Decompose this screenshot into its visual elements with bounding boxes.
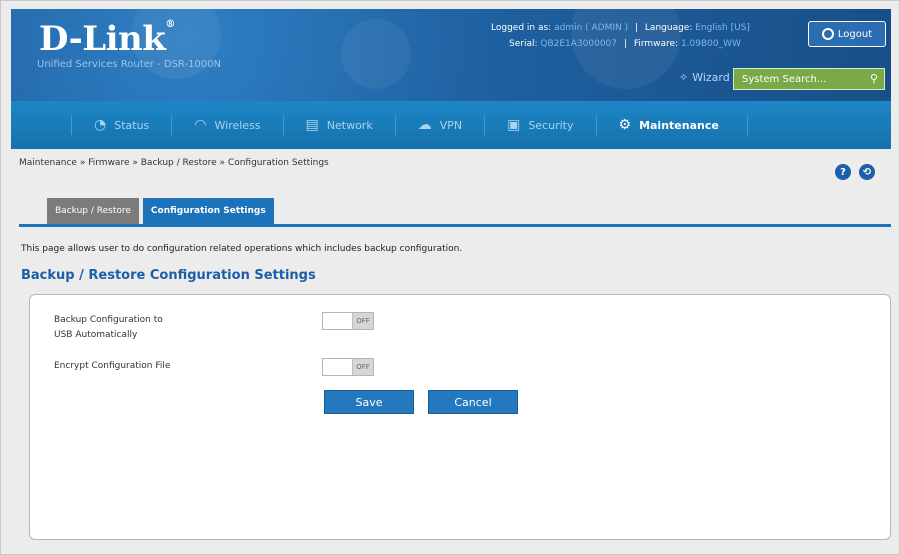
network-icon: ▤: [305, 117, 319, 133]
wizard-link[interactable]: ✧ Wizard: [679, 71, 730, 84]
power-icon: [821, 28, 834, 40]
breadcrumb-item[interactable]: Backup / Restore: [141, 158, 217, 168]
header-decoration: [341, 19, 411, 89]
header-decoration: [571, 9, 681, 89]
wand-icon: ✧: [679, 71, 689, 84]
header: D-Link® Unified Services Router - DSR-10…: [11, 9, 891, 101]
encrypt-file-label: Encrypt Configuration File: [54, 361, 171, 371]
logged-in-user: admin ( ADMIN ): [554, 23, 629, 33]
gauge-icon: ◔: [94, 117, 107, 133]
backup-usb-toggle[interactable]: OFF: [322, 312, 374, 330]
cancel-button[interactable]: Cancel: [428, 390, 518, 414]
breadcrumb: Maintenance » Firmware » Backup / Restor…: [19, 158, 329, 168]
info-icon[interactable]: ⟲: [859, 164, 875, 180]
tab-bar: Backup / Restore Configuration Settings: [47, 198, 274, 224]
logout-button[interactable]: Logout: [808, 21, 886, 47]
login-info: Logged in as: admin ( ADMIN ) | Language…: [491, 23, 750, 33]
nav-divider: [746, 115, 748, 135]
nav-item-network[interactable]: ▤ Network: [282, 115, 395, 135]
wifi-icon: ◠: [194, 117, 207, 133]
firmware-label: Firmware:: [633, 39, 679, 49]
firmware-value: 1.09B00_WW: [680, 39, 741, 49]
app-frame: D-Link® Unified Services Router - DSR-10…: [0, 0, 900, 555]
system-search-input[interactable]: System Search... ⚲: [733, 68, 885, 90]
tab-underline: [19, 224, 891, 227]
language-label: Language:: [644, 23, 693, 33]
serial-value: QB2E1A3000007: [540, 39, 618, 49]
backup-usb-label: Backup Configuration to USB Automaticall…: [54, 315, 163, 340]
section-title: Backup / Restore Configuration Settings: [21, 268, 316, 283]
nav-item-vpn[interactable]: ☁ VPN: [394, 115, 484, 135]
tab-backup-restore[interactable]: Backup / Restore: [47, 198, 139, 224]
gears-icon: ⚙: [618, 117, 632, 133]
device-info: Serial: QB2E1A3000007 | Firmware: 1.09B0…: [509, 39, 741, 49]
breadcrumb-item[interactable]: Maintenance: [19, 158, 77, 168]
language-select[interactable]: English [US]: [695, 23, 750, 33]
breadcrumb-item[interactable]: Firmware: [88, 158, 129, 168]
cloud-icon: ☁: [417, 117, 432, 133]
nav-item-maintenance[interactable]: ⚙ Maintenance: [595, 115, 741, 135]
help-icon[interactable]: ?: [835, 164, 851, 180]
logged-in-label: Logged in as:: [491, 23, 552, 33]
help-icons: ? ⟲: [835, 164, 875, 180]
main-nav: ◔ Status ◠ Wireless ▤ Network ☁ VPN ▣ Se…: [11, 101, 891, 149]
page-description: This page allows user to do configuratio…: [21, 244, 463, 254]
serial-label: Serial:: [509, 39, 538, 49]
nav-item-wireless[interactable]: ◠ Wireless: [171, 115, 282, 135]
nav-item-security[interactable]: ▣ Security: [484, 115, 595, 135]
tab-configuration-settings[interactable]: Configuration Settings: [142, 198, 274, 224]
search-icon[interactable]: ⚲: [870, 72, 878, 85]
product-subtitle: Unified Services Router - DSR-1000N: [37, 59, 221, 70]
breadcrumb-item-current: Configuration Settings: [227, 158, 329, 168]
save-button[interactable]: Save: [324, 390, 414, 414]
encrypt-file-toggle[interactable]: OFF: [322, 358, 374, 376]
dlink-logo: D-Link®: [39, 19, 175, 59]
nav-item-status[interactable]: ◔ Status: [71, 115, 171, 135]
lock-icon: ▣: [507, 117, 521, 133]
settings-panel: Backup Configuration to USB Automaticall…: [29, 294, 891, 540]
